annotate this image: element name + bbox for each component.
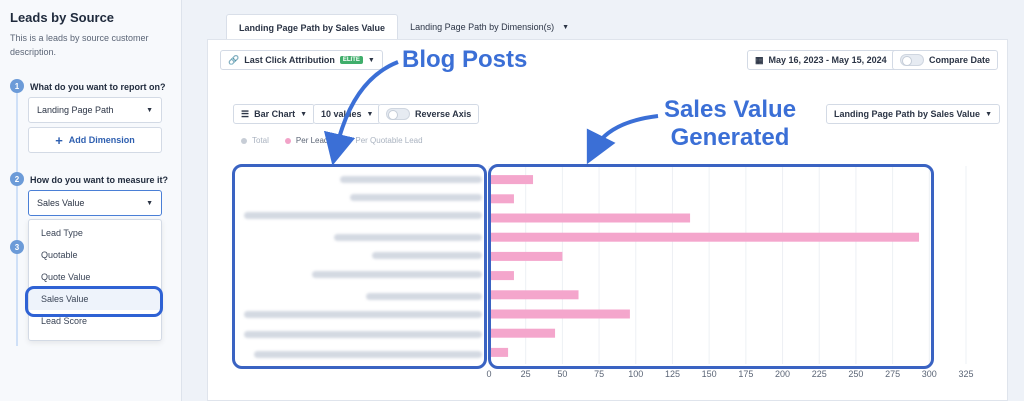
arrow-icon	[586, 114, 659, 165]
arrow-icon	[323, 60, 399, 166]
annotation-arrows	[323, 60, 659, 166]
